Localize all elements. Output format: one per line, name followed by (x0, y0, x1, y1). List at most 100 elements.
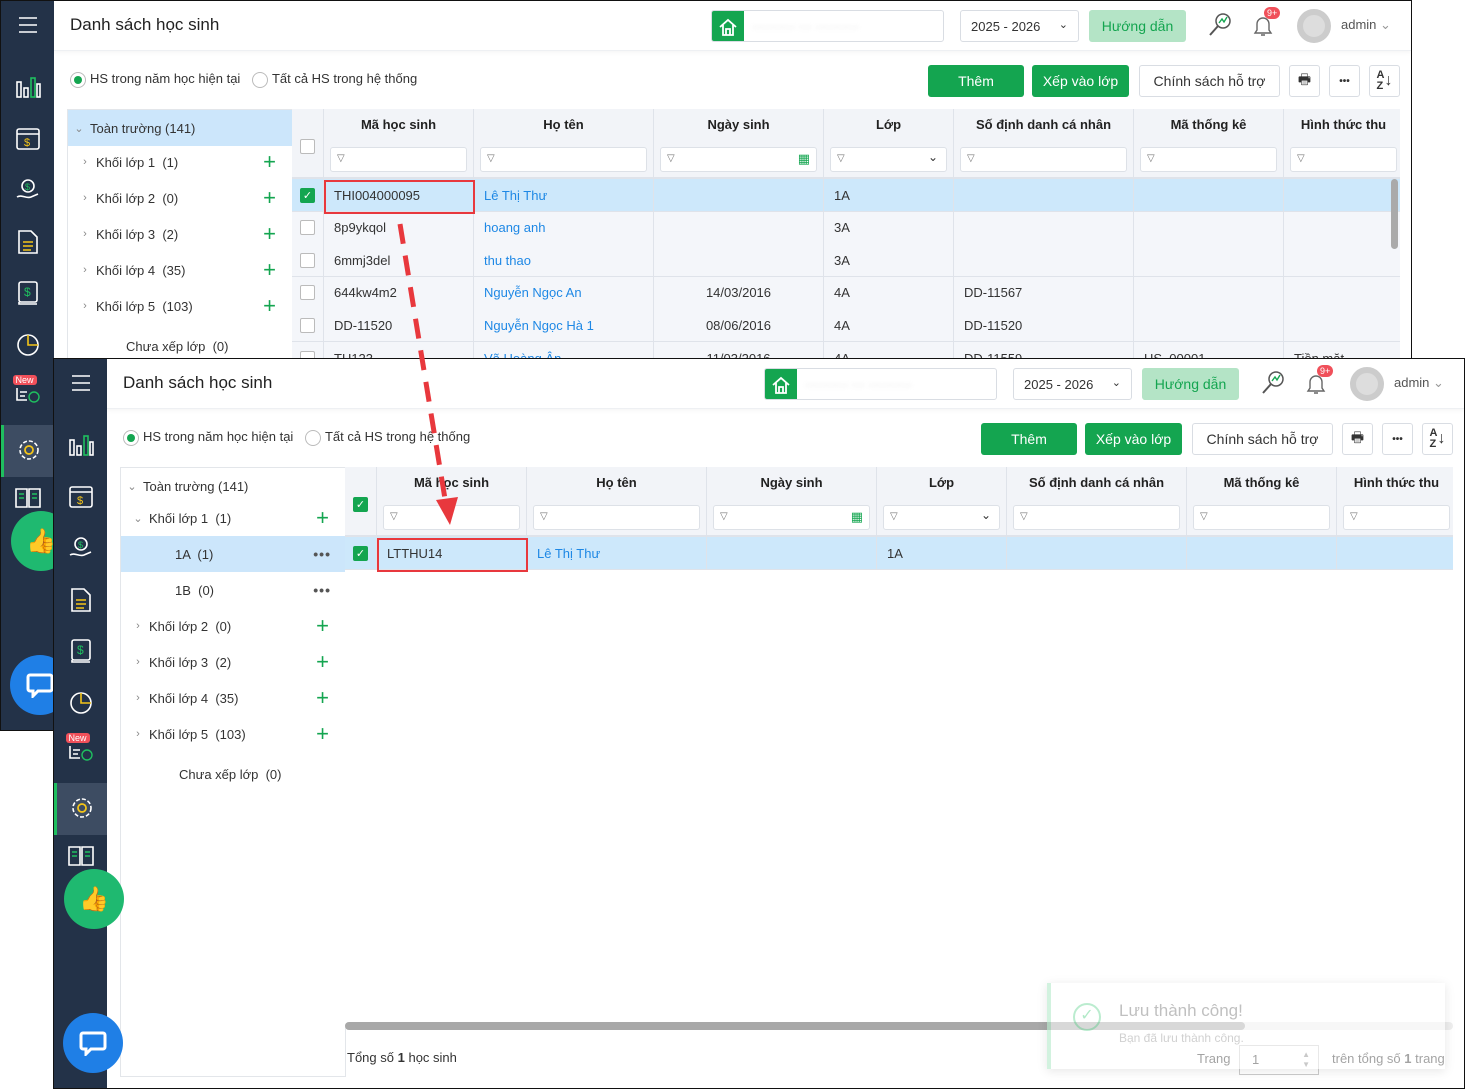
sidebar-item-menu[interactable] (54, 364, 107, 404)
search-insight-icon[interactable] (1207, 11, 1233, 42)
student-name-link[interactable]: thu thao (474, 244, 654, 277)
column-filter-input[interactable]: ▽ ⌄ (830, 147, 947, 172)
tree-item[interactable]: ⌄ Toàn trường (141) (121, 468, 345, 504)
add-class-plus-icon[interactable]: + (263, 149, 276, 175)
column-filter-input[interactable]: ▽ ▦ (713, 505, 870, 530)
chevron-right-icon[interactable]: › (131, 656, 145, 668)
sidebar-item-report-pie[interactable] (54, 684, 107, 724)
tree-item[interactable]: 1A (1) ••• (121, 536, 345, 572)
more-options-button[interactable]: ••• (1382, 423, 1413, 455)
select-all-checkbox[interactable] (300, 139, 315, 154)
sidebar-item-menu[interactable] (1, 6, 54, 46)
chevron-right-icon[interactable]: › (131, 692, 145, 704)
sidebar-item-ledger-book[interactable]: $ (54, 632, 107, 672)
radio-button-checked[interactable] (123, 429, 139, 446)
add-class-plus-icon[interactable]: + (263, 185, 276, 211)
add-class-plus-icon[interactable]: + (263, 257, 276, 283)
chat-support-button[interactable] (63, 1013, 123, 1073)
add-class-plus-icon[interactable]: + (316, 685, 329, 711)
add-class-plus-icon[interactable]: + (263, 221, 276, 247)
class-more-icon[interactable]: ••• (313, 582, 331, 598)
avatar[interactable] (1350, 367, 1384, 401)
sidebar-item-dashboard-chart[interactable] (54, 426, 107, 466)
tree-item[interactable]: ⌄ Toàn trường (141) (68, 110, 292, 146)
support-policy-button[interactable]: Chính sách hỗ trợ (1192, 423, 1333, 455)
sidebar-item-report-pie[interactable] (1, 326, 54, 366)
chevron-right-icon[interactable]: › (78, 300, 92, 312)
table-row[interactable]: 8p9ykqol hoang anh 3A (292, 211, 1400, 245)
student-name-link[interactable]: Nguyễn Ngọc Hà 1 (474, 309, 654, 342)
vertical-scrollbar[interactable] (1391, 179, 1398, 249)
sidebar-item-finance-hand[interactable]: $ (54, 529, 107, 569)
school-year-select[interactable]: 2025 - 2026 ⌄ (960, 10, 1079, 42)
tree-item[interactable]: › Khối lớp 1 (1) + (68, 144, 292, 180)
tree-item[interactable]: › Khối lớp 4 (35) + (121, 680, 345, 716)
sidebar-item-settings-gear[interactable] (1, 425, 54, 477)
search-insight-icon[interactable] (1260, 369, 1286, 400)
assign-class-button[interactable]: Xếp vào lớp (1085, 423, 1182, 455)
student-name-link[interactable]: Lê Thị Thư (527, 537, 707, 569)
user-menu[interactable]: admin ⌄ (1394, 375, 1444, 391)
calendar-icon[interactable]: ▦ (851, 509, 863, 525)
print-button[interactable]: 🖶 (1289, 65, 1320, 97)
chevron-down-icon[interactable]: ⌄ (131, 512, 145, 525)
tree-item[interactable]: › Khối lớp 2 (0) + (68, 180, 292, 216)
notification-bell-icon[interactable]: 9+ (1304, 365, 1334, 400)
sort-az-button[interactable]: A Z ↓ (1369, 65, 1400, 97)
sort-az-button[interactable]: A Z ↓ (1422, 423, 1453, 455)
column-filter-input[interactable]: ▽ (960, 147, 1127, 172)
rating-thumbs-up-button[interactable]: 👍 (64, 869, 124, 929)
column-filter-input[interactable]: ▽ (1013, 505, 1180, 530)
chevron-down-icon[interactable]: ⌄ (928, 150, 938, 164)
sidebar-item-dashboard-chart[interactable] (1, 68, 54, 108)
table-row[interactable]: 6mmj3del thu thao 3A (292, 244, 1400, 278)
chevron-right-icon[interactable]: › (78, 228, 92, 240)
student-name-link[interactable]: Lê Thị Thư (474, 179, 654, 211)
guide-button[interactable]: Hướng dẫn (1089, 10, 1186, 42)
radio-button-checked[interactable] (70, 71, 86, 88)
column-filter-input[interactable]: ▽ (533, 505, 700, 530)
row-checkbox[interactable] (300, 252, 315, 268)
row-checkbox[interactable]: ✓ (300, 187, 315, 203)
add-class-plus-icon[interactable]: + (316, 505, 329, 531)
chevron-right-icon[interactable]: › (78, 192, 92, 204)
column-filter-input[interactable]: ▽ (330, 147, 467, 172)
add-class-plus-icon[interactable]: + (316, 613, 329, 639)
row-checkbox[interactable] (300, 220, 315, 236)
chevron-down-icon[interactable]: ⌄ (125, 480, 139, 493)
column-filter-input[interactable]: ▽ (480, 147, 647, 172)
column-filter-input[interactable]: ▽ ⌄ (883, 505, 1000, 530)
sidebar-item-document[interactable] (1, 223, 54, 263)
calendar-icon[interactable]: ▦ (798, 151, 810, 167)
support-policy-button[interactable]: Chính sách hỗ trợ (1139, 65, 1280, 97)
row-checkbox[interactable] (300, 285, 315, 301)
user-menu[interactable]: admin ⌄ (1341, 17, 1391, 33)
sidebar-item-finance-hand[interactable]: $ (1, 171, 54, 211)
sidebar-item-new-feature[interactable]: New (1, 374, 54, 414)
row-checkbox[interactable] (300, 317, 315, 333)
add-class-plus-icon[interactable]: + (316, 721, 329, 747)
chevron-right-icon[interactable]: › (131, 728, 145, 740)
select-all-checkbox[interactable]: ✓ (353, 497, 368, 512)
radio-all-system[interactable]: Tất cả HS trong hệ thống (251, 71, 417, 88)
tree-item[interactable]: › Khối lớp 3 (2) + (121, 644, 345, 680)
radio-current-year[interactable]: HS trong năm học hiện tại (70, 71, 240, 88)
column-filter-input[interactable]: ▽ (1290, 147, 1397, 172)
tree-item[interactable]: › Khối lớp 2 (0) + (121, 608, 345, 644)
chevron-right-icon[interactable]: › (78, 156, 92, 168)
school-selector[interactable]: ·········· ··· ·········· (764, 368, 997, 400)
guide-button[interactable]: Hướng dẫn (1142, 368, 1239, 400)
assign-class-button[interactable]: Xếp vào lớp (1032, 65, 1129, 97)
tree-item[interactable]: ⌄ Khối lớp 1 (1) + (121, 500, 345, 536)
more-options-button[interactable]: ••• (1329, 65, 1360, 97)
tree-item[interactable]: › Khối lớp 5 (103) + (121, 716, 345, 752)
school-year-select[interactable]: 2025 - 2026 ⌄ (1013, 368, 1132, 400)
column-filter-input[interactable]: ▽ ▦ (660, 147, 817, 172)
chevron-right-icon[interactable]: › (131, 620, 145, 632)
student-name-link[interactable]: hoang anh (474, 211, 654, 244)
row-checkbox[interactable]: ✓ (353, 545, 368, 561)
avatar[interactable] (1297, 9, 1331, 43)
column-filter-input[interactable]: ▽ (383, 505, 520, 530)
sidebar-item-document[interactable] (54, 581, 107, 621)
add-button[interactable]: Thêm (981, 423, 1077, 455)
